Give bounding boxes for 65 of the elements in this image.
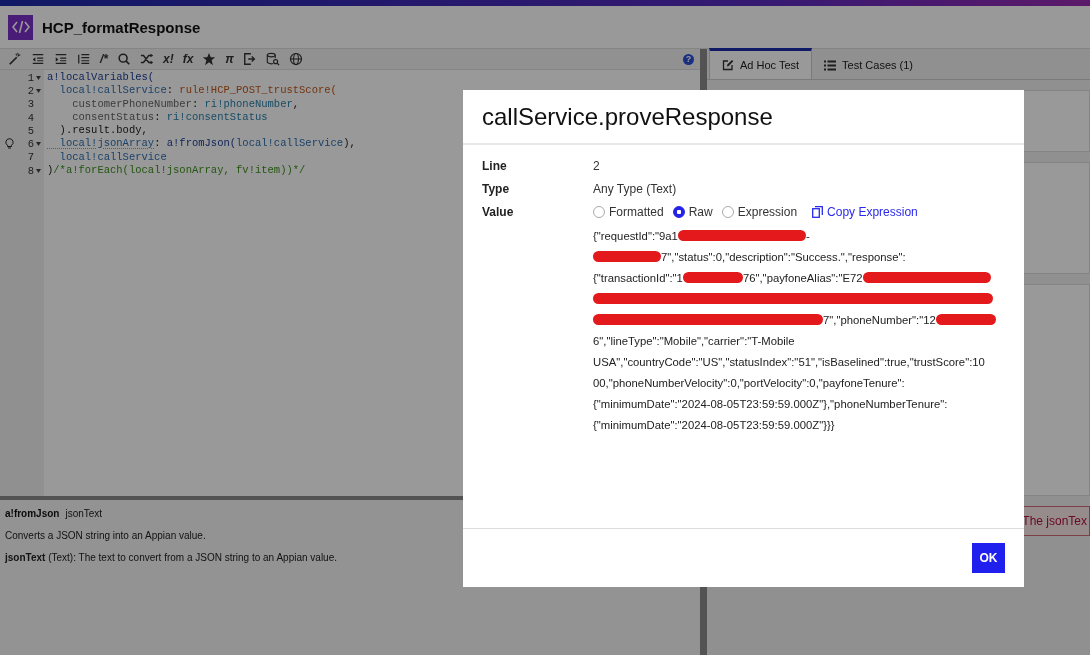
code-line: consentStatus: ri!consentStatus: [71, 110, 269, 125]
field-value: Any Type (Text): [593, 182, 677, 196]
search-icon[interactable]: [115, 51, 133, 67]
value-text: {"minimumDate":"2024-08-05T23:59:59.000Z"},"phoneNumberTenure":: [593, 397, 948, 410]
dialog-title: callService.proveResponse: [482, 102, 773, 131]
value-text: 7","phoneNumber":"12: [823, 313, 936, 326]
redaction-mark: [682, 272, 743, 283]
value-text: 76","payfoneAlias":"E72: [742, 271, 863, 284]
toolbar-button[interactable]: π: [223, 51, 236, 67]
radio-option[interactable]: Raw: [672, 205, 713, 219]
list-icon: [824, 59, 837, 71]
help-button[interactable]: ?: [683, 53, 694, 65]
line-number: 4: [27, 111, 34, 124]
line-number: 5: [27, 124, 34, 137]
line-number: 1: [27, 71, 34, 84]
tab[interactable]: Test Cases (1): [812, 48, 926, 79]
value-text: {"requestId":"9a1: [593, 229, 678, 242]
radio-option[interactable]: Formatted: [593, 205, 664, 219]
error-message: The jsonTex: [1022, 514, 1088, 528]
fold-toggle[interactable]: [34, 73, 41, 82]
copy-expression-link[interactable]: Copy Expression: [812, 205, 918, 219]
code-line: local!jsonArray: a!fromJson(local!callService),: [58, 137, 356, 151]
toolbar-button[interactable]: x!: [161, 51, 176, 67]
line-number: 6: [27, 138, 34, 151]
value-text: USA","countryCode":"US","statusIndex":"51","isBaselined":true,"trustScore":10: [593, 355, 985, 368]
lightbulb-icon[interactable]: [5, 138, 14, 150]
copy-icon: [812, 206, 824, 218]
value-text: 7","status":0,"description":"Success.","response":: [661, 250, 906, 263]
redaction-mark: [935, 314, 996, 325]
value-text: 6","lineType":"Mobile","carrier":"T-Mobile: [593, 334, 795, 347]
function-description: Converts a JSON string into an Appian value.: [5, 530, 207, 541]
toolbar-button[interactable]: /*: [98, 51, 110, 67]
code-line: local!callService: rule!HCP_POST_trustScore(: [58, 84, 338, 98]
function-name: a!fromJson: [5, 508, 60, 519]
code-line: customerPhoneNumber: ri!phoneNumber,: [71, 97, 301, 111]
code-line: local!callService: [58, 150, 168, 165]
shuffle-icon[interactable]: [138, 51, 156, 67]
line-number: 8: [27, 164, 34, 177]
line-number: 3: [27, 98, 34, 111]
fold-toggle[interactable]: [34, 86, 41, 95]
parameter-name: jsonText: [65, 508, 103, 519]
code-line: )/*a!forEach(local!jsonArray, fv!item))*/: [47, 164, 307, 178]
ok-button[interactable]: OK: [972, 543, 1005, 573]
field-value: 2: [593, 159, 600, 173]
field-label: Type: [482, 182, 511, 196]
fold-toggle[interactable]: [34, 140, 41, 149]
tab[interactable]: Ad Hoc Test: [709, 48, 813, 79]
value-text: -: [805, 229, 810, 242]
code-line: a!localVariables(: [47, 71, 156, 85]
value-text: 00,"phoneNumberVelocity":0,"portVelocity":0,"payfoneTenure":: [593, 376, 905, 389]
value-text: {"minimumDate":"2024-08-05T23:59:59.000Z"}}}: [593, 418, 835, 431]
parameter-description: jsonText (Text): The text to convert from a JSON string to an Appian value.: [5, 552, 338, 563]
page-title: HCP_formatResponse: [42, 18, 201, 36]
radio-option[interactable]: Expression: [721, 205, 798, 219]
code-line: ).result.body,: [58, 124, 149, 138]
code-icon: [8, 14, 33, 40]
line-number: 7: [27, 151, 34, 164]
fold-toggle[interactable]: [34, 166, 41, 175]
redaction-mark: [593, 251, 661, 262]
toolbar-button[interactable]: fx: [180, 51, 196, 67]
field-label: Value: [482, 205, 515, 221]
edit-icon: [722, 59, 734, 71]
value-text: {"transactionId":"1: [593, 271, 683, 284]
field-label: Line: [482, 159, 508, 173]
line-number: 2: [27, 84, 34, 97]
